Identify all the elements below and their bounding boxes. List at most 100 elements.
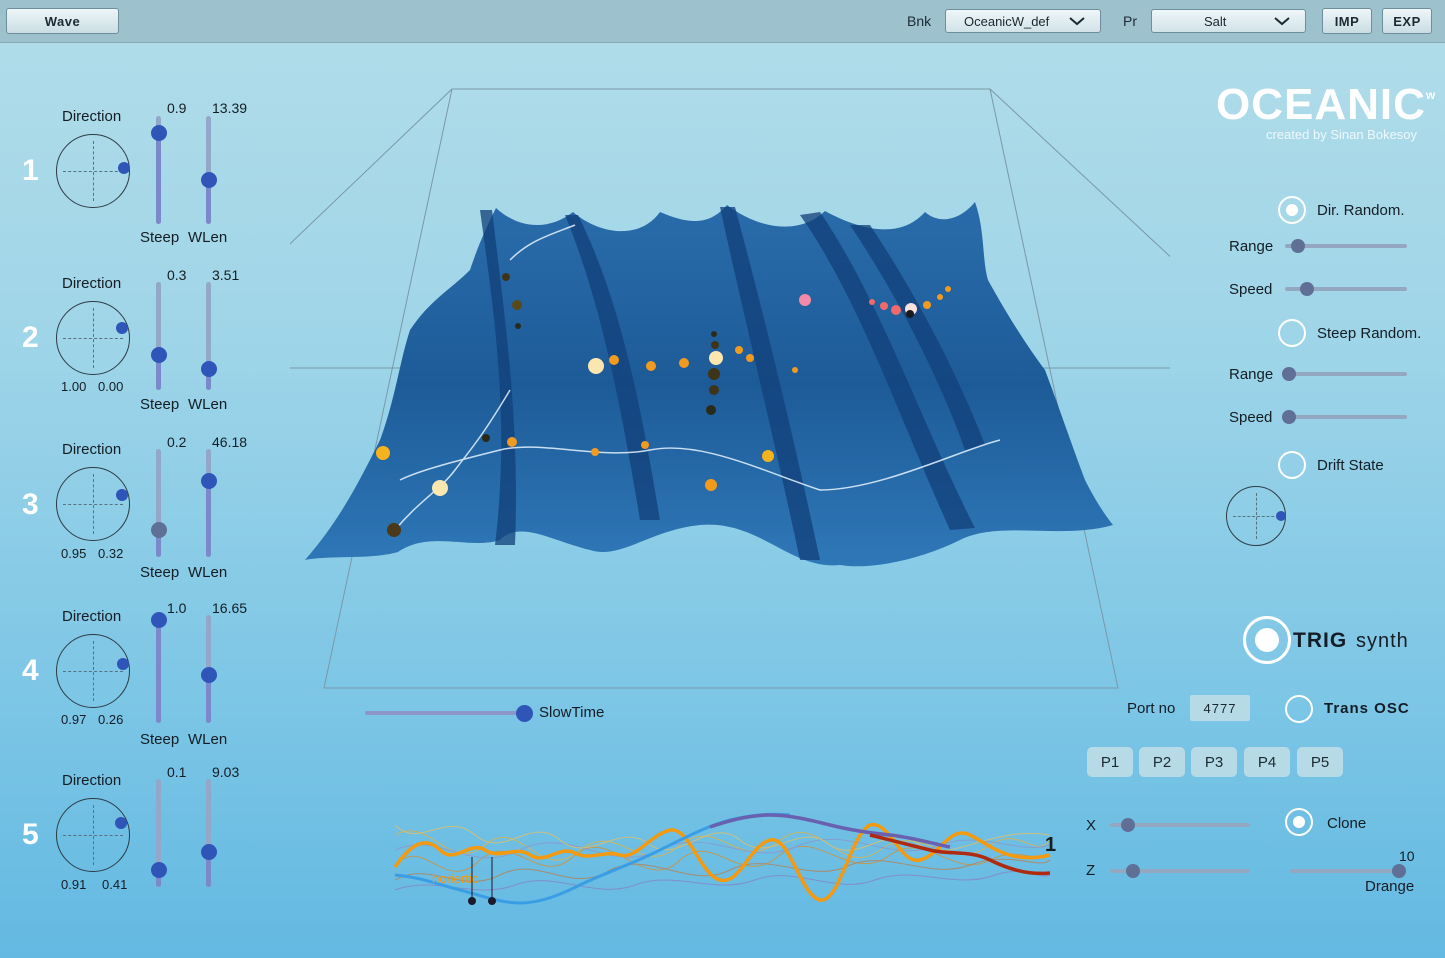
wlen-slider-knob[interactable] bbox=[200, 361, 217, 377]
wlen-slider-knob[interactable] bbox=[200, 172, 217, 188]
direction-knob[interactable] bbox=[117, 658, 129, 670]
direction-dial[interactable] bbox=[56, 798, 130, 872]
preset-p5-button[interactable]: P5 bbox=[1297, 747, 1343, 777]
wlen-value: 9.03 bbox=[212, 764, 240, 780]
bank-dropdown[interactable]: OceanicW_def bbox=[945, 9, 1101, 33]
direction-dial[interactable] bbox=[56, 467, 130, 541]
drift-state-toggle[interactable] bbox=[1278, 451, 1306, 479]
dir-random-speed-label: Speed bbox=[1229, 281, 1273, 298]
bank-label: Bnk bbox=[907, 13, 932, 29]
steep-slider-knob[interactable] bbox=[150, 125, 167, 141]
trans-osc-label: Trans OSC bbox=[1324, 700, 1410, 717]
wlen-value: 3.51 bbox=[212, 267, 240, 283]
drange-slider-knob[interactable] bbox=[1392, 864, 1406, 878]
ocean-3d-view[interactable] bbox=[290, 80, 1170, 700]
bank-value: OceanicW_def bbox=[964, 13, 1050, 29]
steep-label: Steep bbox=[140, 229, 180, 246]
trans-osc-toggle[interactable] bbox=[1285, 695, 1313, 723]
direction-label: Direction bbox=[62, 772, 122, 789]
drange-slider[interactable] bbox=[1290, 869, 1405, 873]
clone-toggle[interactable] bbox=[1285, 808, 1313, 836]
wave-button[interactable]: Wave bbox=[6, 8, 119, 34]
trig-synth-toggle[interactable] bbox=[1243, 616, 1291, 664]
dir-x-value: 1.00 bbox=[61, 379, 87, 394]
direction-label: Direction bbox=[62, 441, 122, 458]
x-label: X bbox=[1086, 817, 1097, 834]
steep-value: 0.3 bbox=[167, 267, 187, 283]
dir-random-toggle[interactable] bbox=[1278, 196, 1306, 224]
waveform-series-blue bbox=[394, 812, 791, 905]
preset-p4-button[interactable]: P4 bbox=[1244, 747, 1290, 777]
dir-random-speed-knob[interactable] bbox=[1300, 282, 1314, 296]
direction-knob[interactable] bbox=[1276, 511, 1286, 521]
slowtime-slider[interactable] bbox=[365, 711, 525, 715]
dir-random-range-knob[interactable] bbox=[1291, 239, 1305, 253]
steep-value: 0.2 bbox=[167, 434, 187, 450]
chevron-down-icon bbox=[1274, 17, 1290, 26]
export-button[interactable]: EXP bbox=[1382, 8, 1432, 34]
wlen-label: WLen bbox=[188, 396, 228, 413]
waveform-series-purple bbox=[709, 813, 951, 849]
preset-p3-button[interactable]: P3 bbox=[1191, 747, 1237, 777]
x-slider-knob[interactable] bbox=[1121, 818, 1135, 832]
steep-label: Steep bbox=[140, 396, 180, 413]
wave-number: 2 bbox=[22, 321, 39, 354]
z-label: Z bbox=[1086, 862, 1096, 879]
direction-dial[interactable] bbox=[56, 634, 130, 708]
dir-z-value: 0.26 bbox=[98, 712, 124, 727]
wave-number: 5 bbox=[22, 818, 39, 851]
dir-x-value: 0.95 bbox=[61, 546, 87, 561]
steep-random-label: Steep Random. bbox=[1317, 325, 1422, 342]
wlen-slider-knob[interactable] bbox=[200, 473, 217, 489]
port-input[interactable]: 4777 bbox=[1190, 695, 1250, 721]
dir-x-value: 0.97 bbox=[61, 712, 87, 727]
trig-label: TRIG bbox=[1293, 629, 1348, 652]
import-button[interactable]: IMP bbox=[1322, 8, 1372, 34]
logo-superscript: w bbox=[1425, 87, 1436, 102]
steep-random-speed-label: Speed bbox=[1229, 409, 1273, 426]
dir-z-value: 0.41 bbox=[102, 877, 128, 892]
z-slider-knob[interactable] bbox=[1126, 864, 1140, 878]
direction-label: Direction bbox=[62, 108, 122, 125]
dir-random-label: Dir. Random. bbox=[1317, 202, 1405, 219]
wlen-slider-fill bbox=[206, 481, 211, 557]
steep-random-toggle[interactable] bbox=[1278, 319, 1306, 347]
slowtime-slider-knob[interactable] bbox=[516, 705, 533, 722]
steep-slider-knob[interactable] bbox=[150, 347, 167, 363]
direction-knob[interactable] bbox=[115, 817, 127, 829]
steep-random-speed-knob[interactable] bbox=[1282, 410, 1296, 424]
steep-random-range-slider[interactable] bbox=[1285, 372, 1407, 376]
preset-p1-button[interactable]: P1 bbox=[1087, 747, 1133, 777]
steep-slider-knob[interactable] bbox=[150, 522, 167, 538]
preset-p2-button[interactable]: P2 bbox=[1139, 747, 1185, 777]
direction-knob[interactable] bbox=[118, 162, 130, 174]
wlen-value: 46.18 bbox=[212, 434, 248, 450]
wave-number: 1 bbox=[22, 154, 39, 187]
drift-state-label: Drift State bbox=[1317, 457, 1384, 474]
waveform-visualizer: horiertic bbox=[393, 812, 1051, 905]
direction-dial[interactable] bbox=[56, 134, 130, 208]
steep-random-range-knob[interactable] bbox=[1282, 367, 1296, 381]
direction-label: Direction bbox=[62, 275, 122, 292]
dir-random-range-label: Range bbox=[1229, 238, 1274, 255]
wlen-slider-knob[interactable] bbox=[200, 844, 217, 860]
preset-value: Salt bbox=[1204, 13, 1227, 29]
steep-slider-knob[interactable] bbox=[150, 862, 167, 878]
direction-knob[interactable] bbox=[116, 322, 128, 334]
wlen-slider-knob[interactable] bbox=[200, 667, 217, 683]
oceanic-logo: OCEANICw bbox=[1216, 80, 1435, 130]
steep-value: 0.9 bbox=[167, 100, 187, 116]
steep-value: 1.0 bbox=[167, 600, 187, 616]
drift-direction-dial[interactable] bbox=[1226, 486, 1286, 546]
slowtime-label: SlowTime bbox=[539, 704, 605, 721]
drange-label: Drange bbox=[1365, 878, 1415, 895]
preset-label: Pr bbox=[1123, 13, 1137, 29]
steep-slider-knob[interactable] bbox=[150, 612, 167, 628]
direction-dial[interactable] bbox=[56, 301, 130, 375]
steep-random-speed-slider[interactable] bbox=[1285, 415, 1407, 419]
dir-z-value: 0.32 bbox=[98, 546, 124, 561]
steep-label: Steep bbox=[140, 564, 180, 581]
preset-dropdown[interactable]: Salt bbox=[1151, 9, 1306, 33]
direction-knob[interactable] bbox=[116, 489, 128, 501]
clone-label: Clone bbox=[1327, 815, 1367, 832]
